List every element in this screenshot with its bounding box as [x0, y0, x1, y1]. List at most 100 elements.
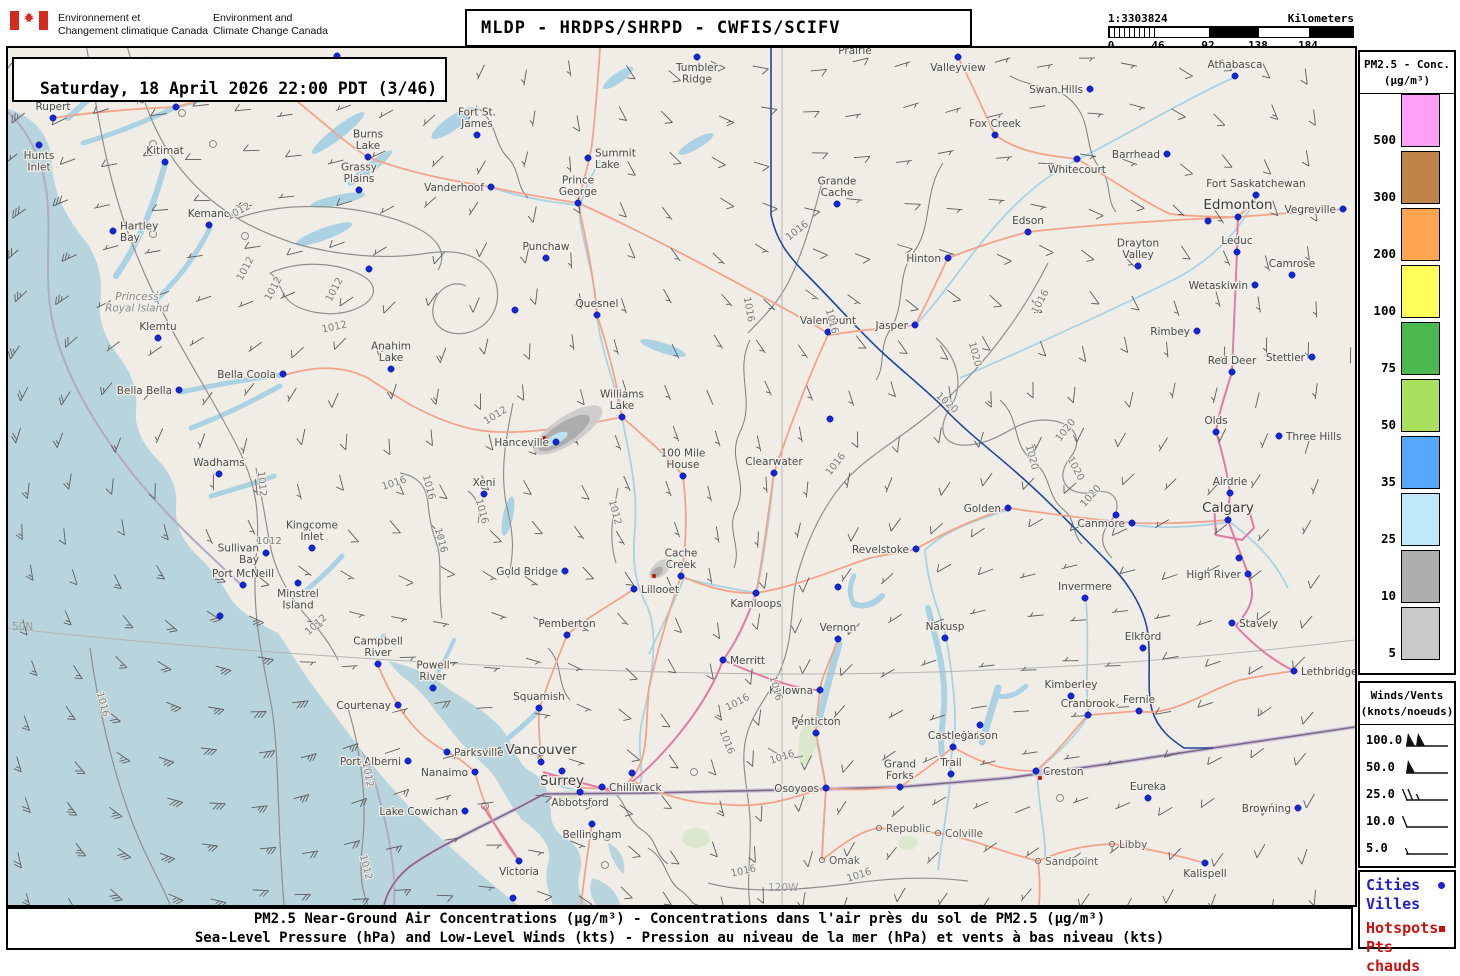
- city-label: Jasper: [875, 320, 909, 332]
- product-title-box: MLDP - HRDPS/SHRPD - CWFIS/SCIFV: [465, 9, 972, 47]
- wind-barb-icon: [1406, 759, 1448, 774]
- city-dot: [770, 469, 778, 477]
- wind-speed-row: 10.0: [1360, 808, 1454, 835]
- city-dot: [443, 748, 451, 756]
- pm25-level-value: 50: [1380, 416, 1396, 432]
- city-label: Surrey: [540, 773, 584, 789]
- city-dot: [949, 743, 957, 751]
- city-dot: [1290, 667, 1298, 675]
- city-label: Nakusp: [926, 621, 965, 633]
- town-label: Libby: [1119, 839, 1147, 851]
- wind-speed-row: 5.0: [1360, 835, 1454, 862]
- city-label: Quesnel: [576, 298, 619, 310]
- city-dot: [693, 53, 701, 61]
- city-label: Bella Coola: [217, 369, 276, 381]
- isobar-label: 1016: [730, 864, 757, 880]
- city-dot: [364, 153, 372, 161]
- city-label: Xeni: [473, 477, 496, 489]
- city-label: Revelstoke: [852, 544, 909, 556]
- isobar-label: 1016: [380, 474, 408, 492]
- pm25-color-swatch: [1401, 207, 1440, 261]
- scale-bar-segments: [1108, 27, 1354, 38]
- hotspots-label-en: Hotspots: [1366, 919, 1439, 937]
- city-label: Golden: [964, 503, 1001, 515]
- city-label: Kitimat: [146, 145, 184, 157]
- city-label: 100 Mile House: [661, 448, 706, 472]
- city-dot: [1244, 570, 1252, 578]
- isobar-label: 1016: [432, 527, 449, 554]
- pm25-legend-units: (µg/m³): [1383, 73, 1431, 87]
- divider: [1360, 723, 1454, 725]
- isobar-label: 1020: [1023, 444, 1040, 471]
- pm25-level-row: 200: [1360, 207, 1454, 261]
- wind-barb-icon: [1406, 732, 1448, 747]
- isobar-label: 1012: [255, 471, 268, 497]
- city-dot: [630, 585, 638, 593]
- city-label: Hartley Bay: [120, 220, 158, 244]
- city-dot: [172, 103, 180, 111]
- city-dot: [561, 567, 569, 575]
- city-label: Cache Creek: [665, 548, 698, 572]
- city-label: Vanderhoof: [424, 182, 484, 194]
- city-label: Valleyview: [930, 62, 986, 74]
- scale-ratio: 1:3303824: [1108, 12, 1168, 25]
- city-label: Tumbler Ridge: [675, 62, 719, 86]
- city-dot: [1134, 262, 1142, 270]
- cities-label-en: Cities: [1366, 876, 1421, 894]
- city-dot: [822, 784, 830, 792]
- city-dot: [574, 199, 582, 207]
- markers-legend: Cities Villes Hotspots Pts chauds: [1358, 870, 1456, 975]
- org-name-en: Environment and Climate Change Canada: [213, 12, 328, 38]
- pm25-color-swatch: [1401, 606, 1440, 660]
- city-dot: [1234, 213, 1242, 221]
- wind-legend-title: Winds/Vents: [1370, 689, 1444, 702]
- city-dot: [279, 370, 287, 378]
- city-dot: [1251, 281, 1259, 289]
- city-label: Kalispell: [1183, 868, 1226, 880]
- city-label: Swan Hills: [1029, 84, 1083, 96]
- caption-box: PM2.5 Near-Ground Air Concentrations (µg…: [6, 907, 1353, 950]
- city-dot: [752, 589, 760, 597]
- city-label: Minstrel Island: [277, 588, 319, 612]
- city-label: Fernie: [1123, 694, 1155, 706]
- wind-speed-row: 100.0: [1360, 727, 1454, 754]
- wind-speed-value: 50.0: [1366, 760, 1395, 775]
- pm25-level-row: 50: [1360, 378, 1454, 432]
- timestamp-box: Saturday, 18 April 2026 22:00 PDT (3/46): [12, 57, 448, 102]
- city-dot: [205, 221, 213, 229]
- pm25-color-swatch: [1401, 492, 1440, 546]
- city-label: Eureka: [1130, 781, 1166, 793]
- isobar-label: 1012: [482, 404, 509, 427]
- city-label: Williams Lake: [600, 389, 644, 413]
- pm25-level-value: 500: [1373, 131, 1396, 147]
- scale-unit: Kilometers: [1287, 12, 1354, 25]
- city-dot: [511, 306, 519, 314]
- city-label: Grand Forks: [884, 759, 916, 783]
- city-label: Stavely: [1239, 618, 1278, 630]
- city-dot: [1204, 217, 1212, 225]
- town-label: Colville: [945, 828, 983, 840]
- city-label: Courtenay: [336, 700, 391, 712]
- city-label: Kingcome Inlet: [286, 520, 338, 544]
- isobar-label: 1016: [784, 219, 811, 243]
- city-dot: [308, 544, 316, 552]
- city-dot: [1339, 205, 1347, 213]
- city-dot: [35, 141, 43, 149]
- isobar-label: 1012: [256, 536, 281, 547]
- city-label: Summit Lake: [595, 147, 636, 171]
- city-dot: [387, 365, 395, 373]
- pm25-color-swatch: [1401, 93, 1440, 147]
- city-label: Wadhams: [193, 457, 245, 469]
- org-name-fr: Environnement et Changement climatique Ca…: [58, 12, 209, 38]
- city-dot: [719, 656, 727, 664]
- city-label: High River: [1186, 569, 1241, 581]
- pm25-level-value: 75: [1380, 359, 1396, 375]
- scale-segment: [1159, 28, 1209, 37]
- city-label: Grande Cache: [818, 176, 857, 200]
- isobar-label: 1012: [606, 499, 623, 526]
- isobar-label: 1020: [1079, 483, 1104, 509]
- city-dot: [1212, 428, 1220, 436]
- city-dot: [471, 768, 479, 776]
- pm25-level-value: 25: [1380, 530, 1396, 546]
- pm25-level-row: 300: [1360, 150, 1454, 204]
